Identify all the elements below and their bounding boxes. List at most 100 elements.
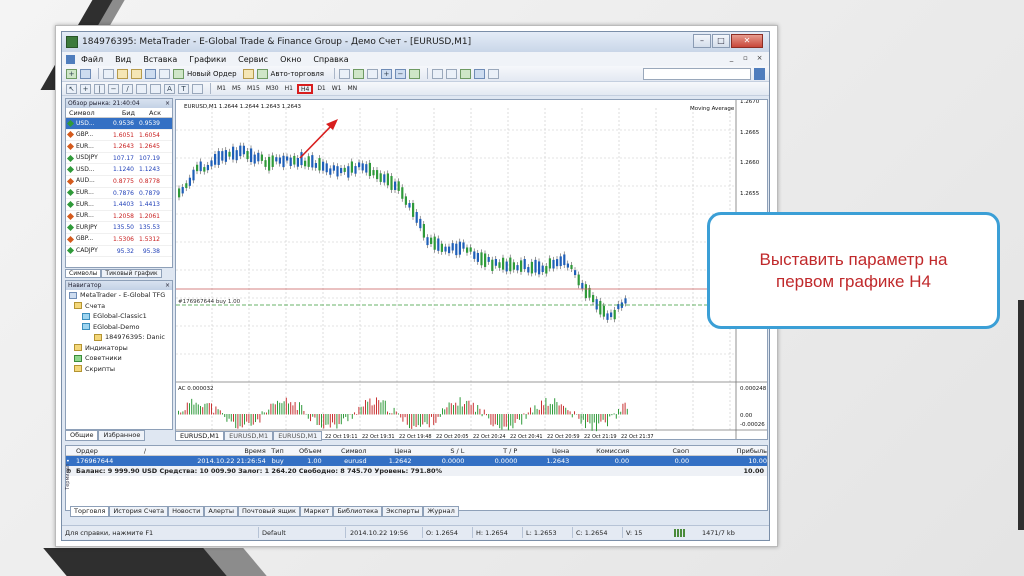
timeframe-h1[interactable]: H1 bbox=[283, 84, 295, 94]
periods-icon[interactable] bbox=[473, 68, 485, 79]
chart-tab-1[interactable]: EURUSD,M1 bbox=[175, 431, 225, 441]
crosshair-icon[interactable]: + bbox=[80, 83, 91, 94]
table-row[interactable]: EUR... 1.4403 1.4413 bbox=[66, 199, 172, 211]
menu-file[interactable]: Файл bbox=[81, 55, 103, 64]
child-close-icon[interactable]: × bbox=[754, 54, 765, 64]
menu-help[interactable]: Справка bbox=[313, 55, 348, 64]
tab-favorites[interactable]: Избранное bbox=[98, 430, 146, 441]
vertical-line-icon[interactable]: | bbox=[94, 83, 105, 94]
navigator-icon[interactable] bbox=[131, 68, 142, 79]
menu-charts[interactable]: Графики bbox=[189, 55, 226, 64]
column-header[interactable]: Тип bbox=[266, 446, 283, 455]
market-watch-icon[interactable] bbox=[103, 68, 114, 79]
table-row[interactable]: • 176967644 2014.10.22 21:26:54 buy 1.00 euru… bbox=[66, 456, 767, 466]
column-bid[interactable]: Бид bbox=[111, 108, 137, 117]
price-chart[interactable]: #176967644 buy 1.00 EURUSD,M1 1.2644 1.26… bbox=[176, 100, 768, 440]
column-header[interactable]: Символ bbox=[322, 446, 367, 455]
terminal-tab[interactable]: Новости bbox=[168, 506, 205, 517]
tab-common[interactable]: Общие bbox=[65, 430, 99, 441]
maximize-button[interactable]: □ bbox=[712, 34, 730, 48]
nav-item-scripts[interactable]: Скрипты bbox=[66, 364, 172, 375]
auto-scroll-icon[interactable] bbox=[431, 68, 443, 79]
tile-windows-icon[interactable] bbox=[408, 68, 420, 79]
chart-tab-2[interactable]: EURUSD,M1 bbox=[224, 431, 274, 441]
column-header[interactable]: Комиссия bbox=[569, 446, 629, 455]
timeframe-d1[interactable]: D1 bbox=[315, 84, 327, 94]
menu-view[interactable]: Вид bbox=[115, 55, 131, 64]
terminal-tab[interactable]: Почтовый ящик bbox=[237, 506, 300, 517]
candlestick-icon[interactable] bbox=[352, 68, 364, 79]
menu-insert[interactable]: Вставка bbox=[143, 55, 177, 64]
search-icon[interactable] bbox=[754, 68, 765, 80]
fibonacci-icon[interactable] bbox=[150, 83, 161, 94]
nav-item-demo-server[interactable]: EGlobal-Demo bbox=[66, 322, 172, 333]
text-icon[interactable]: A bbox=[164, 83, 175, 94]
line-chart-icon[interactable] bbox=[366, 68, 378, 79]
timeframe-w1[interactable]: W1 bbox=[330, 84, 344, 94]
timeframe-m30[interactable]: M30 bbox=[264, 84, 281, 94]
column-header[interactable]: Ордер bbox=[66, 446, 144, 455]
table-row[interactable]: EUR... 0.7876 0.7879 bbox=[66, 188, 172, 200]
column-header[interactable]: / bbox=[144, 446, 154, 455]
channel-icon[interactable] bbox=[136, 83, 147, 94]
cursor-icon[interactable]: ↖ bbox=[66, 83, 77, 94]
metaeditor-icon[interactable] bbox=[242, 68, 254, 79]
menu-tools[interactable]: Сервис bbox=[238, 55, 268, 64]
indicators-icon[interactable] bbox=[459, 68, 471, 79]
horizontal-line-icon[interactable]: − bbox=[108, 83, 119, 94]
table-row[interactable]: GBP... 1.6051 1.6054 bbox=[66, 130, 172, 142]
table-row[interactable]: CADJPY 95.32 95.38 bbox=[66, 246, 172, 258]
chart-tab-3[interactable]: EURUSD,M1 bbox=[273, 431, 323, 441]
column-ask[interactable]: Аск bbox=[137, 108, 163, 117]
close-button[interactable]: ✕ bbox=[731, 34, 763, 48]
table-row[interactable]: USDJPY 107.17 107.19 bbox=[66, 153, 172, 165]
terminal-tab[interactable]: Эксперты bbox=[382, 506, 424, 517]
templates-icon[interactable] bbox=[487, 68, 499, 79]
timeframe-m15[interactable]: M15 bbox=[245, 84, 262, 94]
table-row[interactable]: EURJPY 135.50 135.53 bbox=[66, 222, 172, 234]
close-panel-icon[interactable]: × bbox=[165, 99, 170, 108]
nav-item-experts[interactable]: Советники bbox=[66, 353, 172, 364]
data-window-icon[interactable] bbox=[117, 68, 128, 79]
timeframe-h4-highlighted[interactable]: H4 bbox=[296, 83, 314, 94]
new-chart-icon[interactable]: + bbox=[66, 68, 77, 79]
table-row[interactable]: EUR... 1.2058 1.2061 bbox=[66, 211, 172, 223]
column-header[interactable]: S / L bbox=[412, 446, 464, 455]
column-header[interactable]: Время bbox=[154, 446, 265, 455]
terminal-tab[interactable]: История Счета bbox=[109, 506, 169, 517]
nav-item-classic-server[interactable]: EGlobal-Classic1 bbox=[66, 311, 172, 322]
nav-item-accounts[interactable]: Счета bbox=[66, 301, 172, 312]
column-header[interactable]: T / P bbox=[464, 446, 517, 455]
label-icon[interactable]: T bbox=[178, 83, 189, 94]
status-profile[interactable]: Default bbox=[262, 529, 286, 537]
terminal-tab[interactable]: Библиотека bbox=[333, 506, 383, 517]
nav-item-account[interactable]: 184976395: Danic bbox=[66, 332, 172, 343]
table-row[interactable]: AUD... 0.8775 0.8778 bbox=[66, 176, 172, 188]
bar-chart-icon[interactable] bbox=[338, 68, 350, 79]
zoom-in-icon[interactable]: + bbox=[380, 68, 392, 79]
chart-area[interactable]: #176967644 buy 1.00 EURUSD,M1 1.2644 1.26… bbox=[175, 99, 768, 440]
table-row[interactable]: USD... 0.9536 0.9539 bbox=[66, 118, 172, 130]
arrows-icon[interactable] bbox=[192, 83, 203, 94]
zoom-out-icon[interactable]: − bbox=[394, 68, 406, 79]
terminal-tab[interactable]: Журнал bbox=[423, 506, 459, 517]
terminal-icon[interactable] bbox=[145, 68, 156, 79]
new-order-icon[interactable] bbox=[173, 68, 184, 79]
timeframe-mn[interactable]: MN bbox=[346, 84, 360, 94]
table-row[interactable]: USD... 1.1240 1.1243 bbox=[66, 164, 172, 176]
terminal-tab[interactable]: Алерты bbox=[204, 506, 238, 517]
close-panel-icon[interactable]: × bbox=[165, 281, 170, 290]
timeframe-m5[interactable]: M5 bbox=[230, 84, 243, 94]
title-bar[interactable]: 184976395: MetaTrader - E-Global Trade &… bbox=[62, 32, 769, 52]
menu-window[interactable]: Окно bbox=[280, 55, 301, 64]
column-symbol[interactable]: Символ bbox=[69, 108, 111, 117]
column-header[interactable]: Цена bbox=[367, 446, 411, 455]
new-order-button[interactable]: Новый Ордер bbox=[187, 70, 237, 78]
column-header[interactable]: Объем bbox=[284, 446, 322, 455]
profiles-icon[interactable] bbox=[80, 68, 91, 79]
terminal-tab[interactable]: Торговля bbox=[70, 506, 110, 517]
terminal-tab[interactable]: Маркет bbox=[299, 506, 334, 517]
trendline-icon[interactable]: / bbox=[122, 83, 133, 94]
nav-item-root[interactable]: MetaTrader - E-Global TFG bbox=[66, 290, 172, 301]
table-row[interactable]: GBP... 1.5306 1.5312 bbox=[66, 234, 172, 246]
